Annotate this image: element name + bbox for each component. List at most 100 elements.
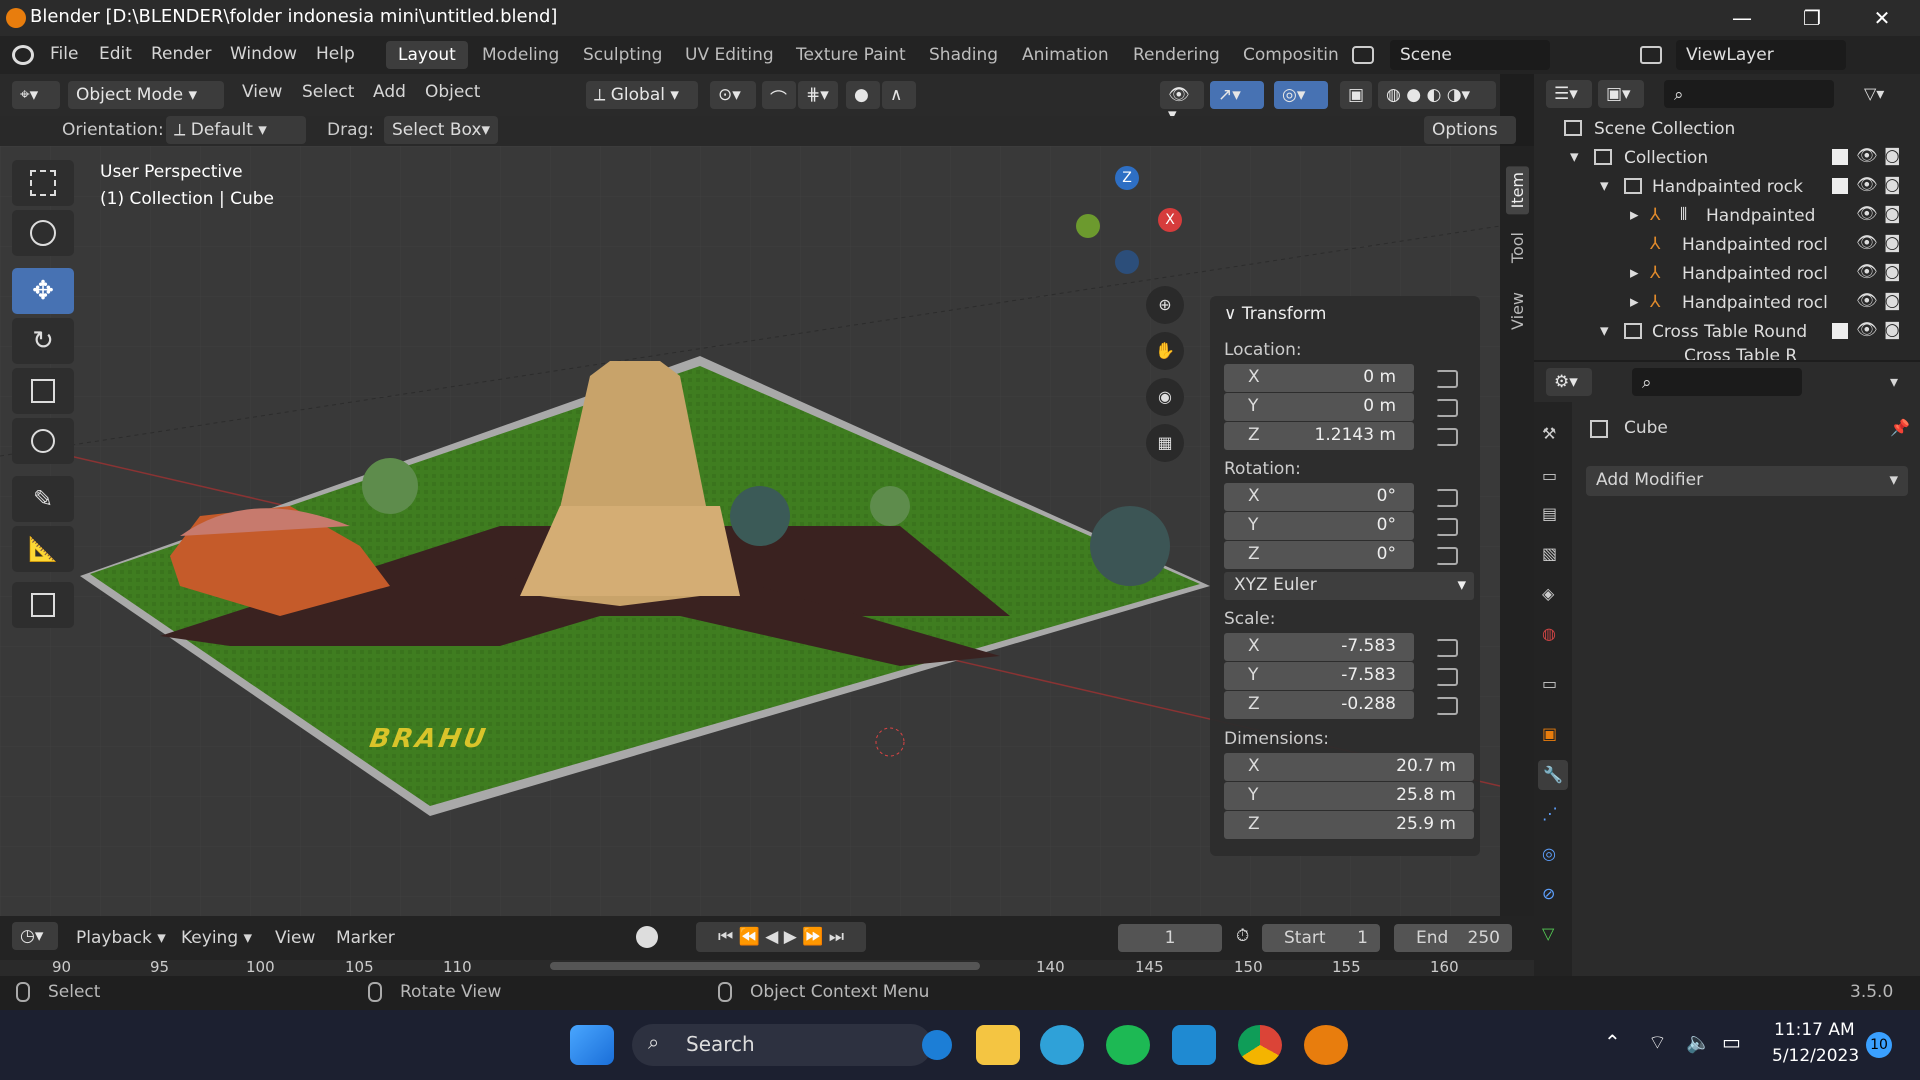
outliner-row[interactable]: ⅄ Handpainted rocl 👁 ◙ [1534,232,1920,260]
outliner-row[interactable]: ▸ ⅄ ⫴ Handpainted 👁 ◙ [1534,203,1920,231]
scene-icon[interactable] [1352,46,1374,64]
lock-icon[interactable] [1436,428,1458,446]
camera-render-icon[interactable]: ◙ [1884,291,1901,311]
tab-rendering[interactable]: Rendering [1121,41,1232,69]
scale-z-field[interactable]: Z -0.288 [1224,691,1414,719]
gizmo-y-axis[interactable] [1076,214,1100,238]
menu-window[interactable]: Window [230,44,297,64]
clock-date[interactable]: 5/12/2023 [1772,1046,1859,1066]
eye-icon[interactable]: 👁 [1856,146,1878,166]
outliner-row[interactable]: Scene Collection [1534,116,1920,144]
camera-render-icon[interactable]: ◙ [1884,204,1901,224]
eye-icon[interactable]: 👁 [1856,233,1878,253]
viewlayer-icon[interactable] [1640,46,1662,64]
minimize-button[interactable]: — [1710,0,1774,36]
move-tool-icon[interactable]: ✥ [12,268,74,314]
edge-icon[interactable] [1040,1025,1084,1065]
tab-compositing[interactable]: Compositin [1231,41,1341,69]
render-tab-icon[interactable]: ▭ [1542,466,1557,485]
drag-dropdown[interactable]: Select Box▾ [384,116,498,144]
eye-icon[interactable]: 👁 [1856,291,1878,311]
menu-object[interactable]: Object [425,82,480,102]
location-x-field[interactable]: X 0 m [1224,364,1414,392]
output-tab-icon[interactable]: ▤ [1542,504,1557,523]
properties-editor-type-icon[interactable]: ⚙▾ [1546,368,1592,396]
tab-item[interactable]: Item [1506,166,1529,215]
rotation-mode-dropdown[interactable]: XYZ Euler ▾ [1224,572,1474,600]
cursor-tool-icon[interactable] [12,210,74,256]
current-frame-field[interactable]: 1 [1118,924,1222,952]
eye-icon[interactable]: 👁 [1856,175,1878,195]
bing-icon[interactable] [922,1030,952,1060]
wifi-icon[interactable]: ⌔ [1648,1030,1667,1055]
chevron-down-icon[interactable]: ▾ [1890,372,1898,391]
outliner-search-input[interactable]: ⌕ [1664,80,1834,108]
location-y-field[interactable]: Y 0 m [1224,393,1414,421]
tab-shading[interactable]: Shading [917,41,1010,69]
overlay-toggle-icon[interactable]: ◎▾ [1274,81,1328,109]
grid-view-icon[interactable]: ▦ [1146,424,1184,462]
chrome-icon[interactable] [1238,1025,1282,1065]
scene-tab-icon[interactable]: ◈ [1542,584,1554,603]
eye-icon[interactable]: 👁 [1856,262,1878,282]
tab-modeling[interactable]: Modeling [470,41,571,69]
expand-icon[interactable]: ▾ [1600,321,1609,341]
notification-badge[interactable]: 10 [1866,1032,1892,1058]
menu-view[interactable]: View [275,928,315,948]
outliner-row[interactable]: ▾ Handpainted rock 👁 ◙ [1534,174,1920,202]
tab-view[interactable]: View [1506,286,1529,336]
expand-icon[interactable]: ▸ [1630,292,1639,312]
menu-file[interactable]: File [50,44,78,64]
scale-y-field[interactable]: Y -7.583 [1224,662,1414,690]
lock-icon[interactable] [1436,489,1458,507]
camera-render-icon[interactable]: ◙ [1884,262,1901,282]
lock-icon[interactable] [1436,668,1458,686]
start-icon[interactable] [570,1025,614,1065]
constraints-tab-icon[interactable]: ⊘ [1542,884,1555,903]
transform-tool-icon[interactable] [12,418,74,464]
maximize-button[interactable]: ❐ [1780,0,1844,36]
start-frame-field[interactable]: Start 1 [1262,924,1380,952]
vscode-icon[interactable] [1172,1025,1216,1065]
outliner-row[interactable]: ▾ Collection 👁 ◙ [1534,145,1920,173]
object-tab-icon[interactable]: ▣ [1542,724,1557,743]
location-z-field[interactable]: Z 1.2143 m [1224,422,1414,450]
object-mode-dropdown[interactable]: Object Mode ▾ [68,81,224,109]
transform-orientation-dropdown[interactable]: ⟂ Global ▾ [586,81,698,109]
select-box-tool-icon[interactable] [12,160,74,206]
falloff-icon[interactable]: ∧ [882,81,916,109]
close-button[interactable]: ✕ [1850,0,1914,36]
expand-icon[interactable]: ▸ [1630,205,1639,225]
outliner-display-icon[interactable]: ☰▾ [1546,80,1592,108]
3d-viewport[interactable]: User Perspective (1) Collection | Cube B… [0,146,1500,916]
checkbox-icon[interactable] [1832,323,1848,339]
rotate-tool-icon[interactable]: ↻ [12,318,74,364]
checkbox-icon[interactable] [1832,178,1848,194]
outliner-row[interactable]: Cross Table R [1534,346,1920,360]
pivot-point-icon[interactable]: ⊙▾ [710,81,756,109]
scale-x-field[interactable]: X -7.583 [1224,633,1414,661]
lock-icon[interactable] [1436,697,1458,715]
outliner-row[interactable]: ▸ ⅄ Handpainted rocl 👁 ◙ [1534,290,1920,318]
timeline-editor-type-icon[interactable]: ◷▾ [12,922,58,950]
lock-icon[interactable] [1436,399,1458,417]
filter-icon[interactable]: ▽▾ [1864,84,1884,103]
lock-icon[interactable] [1436,639,1458,657]
properties-search-input[interactable]: ⌕ [1632,368,1802,396]
lock-icon[interactable] [1436,547,1458,565]
xray-icon[interactable]: ▣ [1340,81,1372,109]
spotify-icon[interactable] [1106,1025,1150,1065]
blender-taskbar-icon[interactable] [1304,1025,1348,1065]
navigation-gizmo[interactable]: Z X [1070,166,1182,276]
pin-icon[interactable]: 📌 [1890,418,1910,437]
menu-render[interactable]: Render [151,44,212,64]
expand-icon[interactable]: ▾ [1570,147,1579,167]
dimensions-z-field[interactable]: Z 25.9 m [1224,811,1474,839]
snap-target-icon[interactable]: ⋕▾ [798,81,838,109]
lock-icon[interactable] [1436,370,1458,388]
scene-field[interactable]: Scene [1390,40,1550,70]
menu-marker[interactable]: Marker [336,928,395,948]
lock-icon[interactable] [1436,518,1458,536]
menu-add[interactable]: Add [373,82,406,102]
camera-render-icon[interactable]: ◙ [1884,175,1901,195]
